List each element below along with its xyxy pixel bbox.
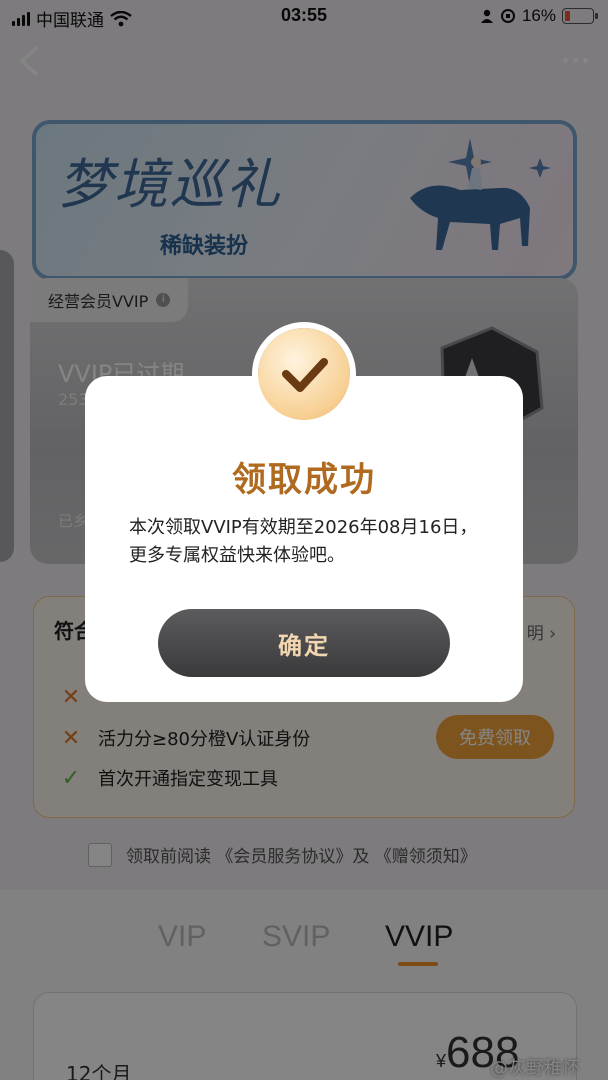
page: 中国联通 03:55 16% 梦境巡礼 稀缺装扮 经营会员VVIP i VVIP…	[0, 0, 608, 1080]
dialog-title: 领取成功	[232, 460, 376, 500]
check-icon	[282, 358, 328, 392]
dialog-message: 本次领取VVIP有效期至2026年08月16日， 更多专属权益快来体验吧。	[129, 514, 489, 570]
success-dialog: 领取成功 本次领取VVIP有效期至2026年08月16日， 更多专属权益快来体验…	[85, 376, 523, 702]
confirm-button[interactable]: 确定	[158, 609, 450, 677]
success-check-badge	[258, 328, 350, 420]
dialog-message-line-1: 本次领取VVIP有效期至2026年08月16日，	[129, 517, 478, 538]
dialog-message-line-2: 更多专属权益快来体验吧。	[129, 545, 345, 566]
